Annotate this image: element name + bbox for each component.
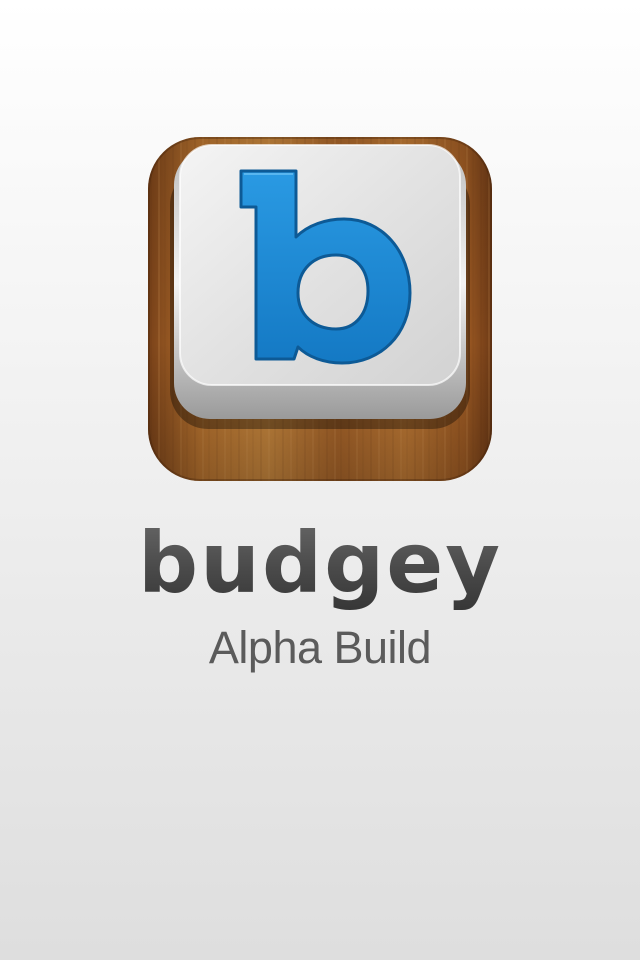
splash-screen: budgey Alpha Build: [0, 0, 640, 960]
app-name-title: budgey: [0, 508, 640, 618]
build-subtitle: Alpha Build: [208, 622, 432, 673]
app-icon: [148, 137, 492, 481]
budgey-logo-icon: [148, 137, 492, 481]
